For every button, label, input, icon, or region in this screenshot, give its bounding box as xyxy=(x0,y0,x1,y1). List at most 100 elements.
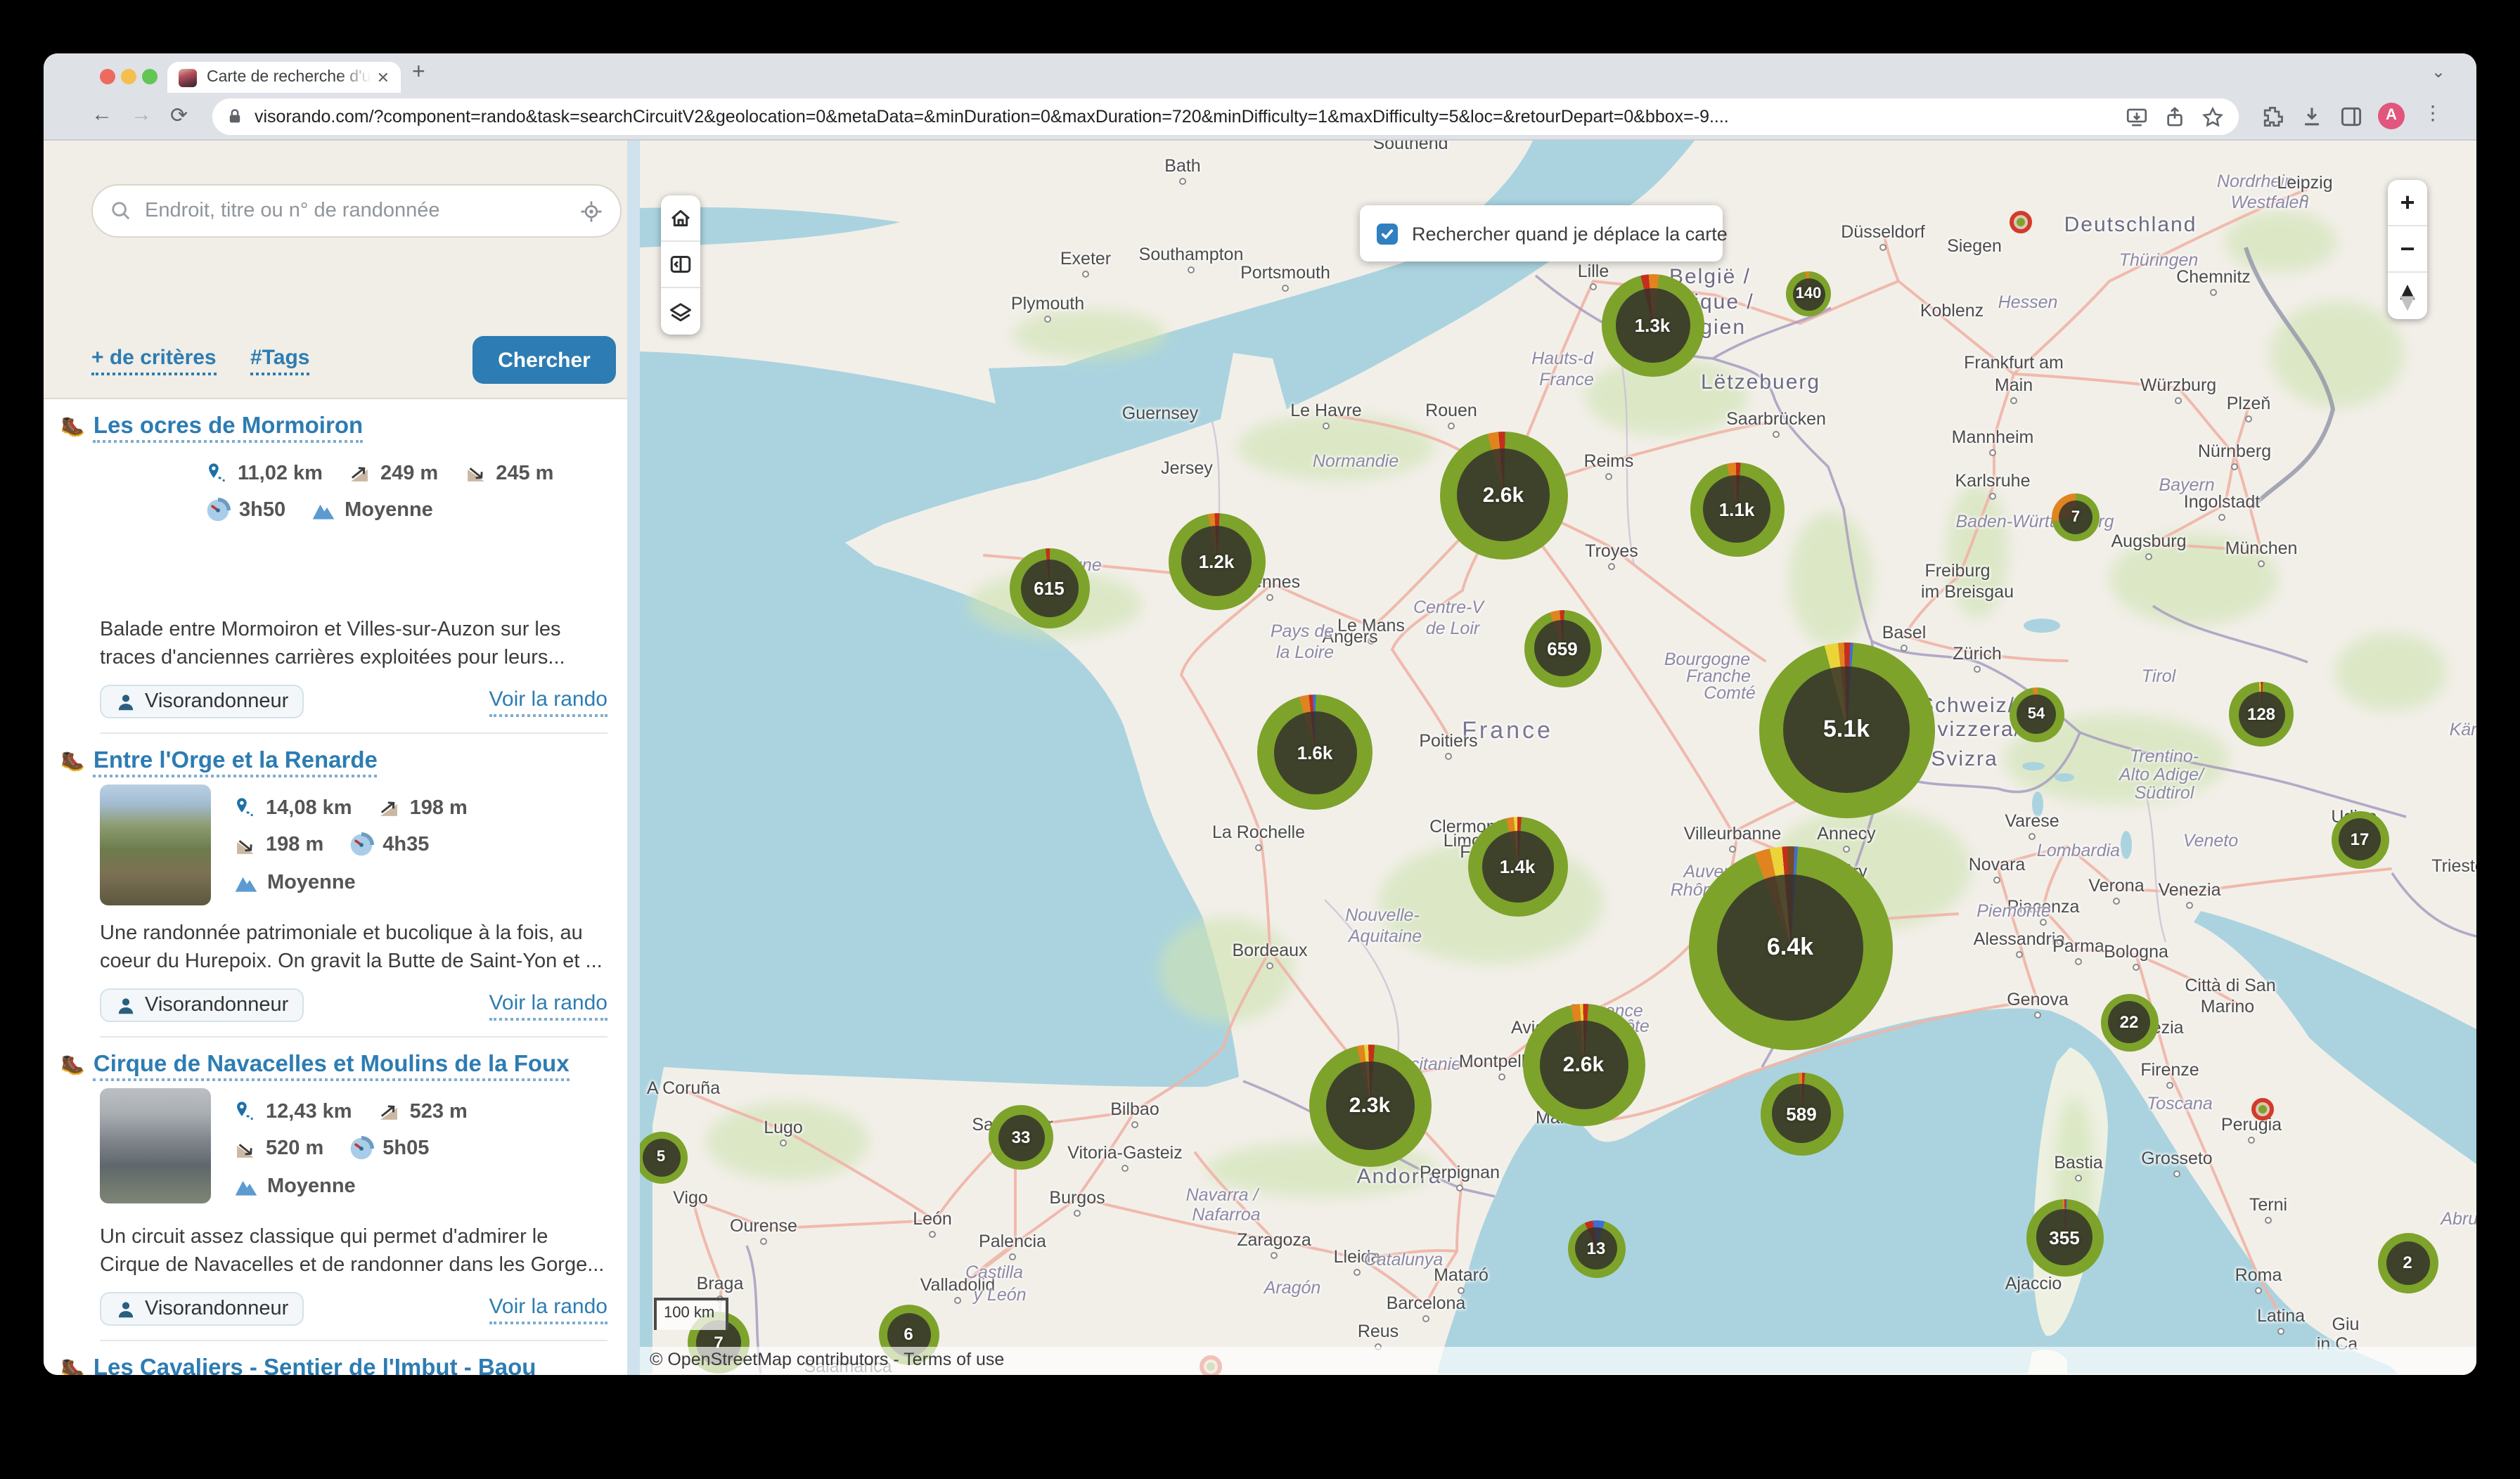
map-cluster[interactable]: 2.6k xyxy=(1439,431,1567,559)
map-layers-button[interactable] xyxy=(661,288,700,335)
map-cluster[interactable]: 5.1k xyxy=(1759,642,1934,818)
map-cluster[interactable]: 17 xyxy=(2331,810,2389,868)
map-route-marker[interactable] xyxy=(2251,1098,2274,1120)
map-cluster[interactable]: 1.6k xyxy=(1257,695,1372,810)
tags-link[interactable]: #Tags xyxy=(250,346,310,375)
map-cluster[interactable]: 659 xyxy=(1524,609,1601,687)
map-canvas[interactable]: BathSouthendExeterSouthamptonPortsmouthP… xyxy=(640,141,2476,1375)
close-tab-icon[interactable]: ✕ xyxy=(377,68,390,86)
map-region-label: Nafarroa xyxy=(1192,1205,1260,1225)
map-cluster[interactable]: 5 xyxy=(640,1131,687,1183)
zoom-window-button[interactable] xyxy=(142,69,158,84)
map-cluster[interactable]: 615 xyxy=(1009,548,1089,628)
route-photo[interactable] xyxy=(100,1088,211,1203)
route-stats: 14,08 km 198 m 198 m 4h35 Moyenne xyxy=(233,784,468,908)
install-icon[interactable] xyxy=(2125,105,2149,129)
map-region-label: France xyxy=(1539,370,1594,389)
collapse-sidebar-button[interactable] xyxy=(661,242,700,288)
new-tab-button[interactable]: + xyxy=(412,60,425,86)
map-city-label: Marino xyxy=(2201,997,2254,1016)
person-icon xyxy=(115,691,136,712)
locate-icon[interactable] xyxy=(579,199,603,223)
view-route-link[interactable]: Voir la rando xyxy=(489,1294,608,1324)
map-cluster[interactable]: 7 xyxy=(2052,493,2100,541)
map-region-label: Lombardia xyxy=(2037,841,2120,860)
map-city-label: Plzeň xyxy=(2227,394,2271,413)
map-cluster[interactable]: 355 xyxy=(2026,1199,2103,1276)
search-input[interactable]: Endroit, titre ou n° de randonnée xyxy=(91,184,622,238)
route-title[interactable]: 🥾Cirque de Navacelles et Moulins de la F… xyxy=(100,1049,608,1080)
map-city-dot xyxy=(1989,493,1996,500)
map-cluster[interactable]: 1.1k xyxy=(1690,462,1784,556)
map-cluster[interactable]: 2.6k xyxy=(1522,1003,1645,1125)
reload-button[interactable]: ⟳ xyxy=(170,103,188,128)
map-cluster[interactable]: 22 xyxy=(2100,993,2158,1051)
more-criteria-link[interactable]: + de critères xyxy=(91,346,217,375)
browser-menu-icon[interactable]: ⋮ xyxy=(2423,101,2443,125)
duration-icon xyxy=(349,1136,374,1161)
map-city-label: Verona xyxy=(2088,876,2144,896)
author-badge[interactable]: Visorandonneur xyxy=(100,988,304,1022)
map-route-marker[interactable] xyxy=(2010,211,2032,233)
author-badge[interactable]: Visorandonneur xyxy=(100,685,304,718)
sidebar-scrollbar[interactable] xyxy=(627,141,640,1375)
author-badge[interactable]: Visorandonneur xyxy=(100,1292,304,1326)
map-attribution[interactable]: © OpenStreetMap contributors - Terms of … xyxy=(640,1347,2476,1375)
back-button[interactable]: ← xyxy=(91,103,112,127)
share-icon[interactable] xyxy=(2163,105,2187,129)
map-city-label: Chemnitz xyxy=(2176,267,2251,287)
map-region-label: Schweiz/ xyxy=(1920,694,2015,718)
map-cluster[interactable]: 140 xyxy=(1786,271,1831,316)
tab-search-chevron-icon[interactable]: ⌄ xyxy=(2431,62,2445,82)
search-on-move-checkbox[interactable] xyxy=(1377,223,1398,244)
map-cluster[interactable]: 1.3k xyxy=(1601,273,1704,376)
profile-avatar[interactable]: A xyxy=(2378,103,2405,129)
search-on-move-label: Rechercher quand je déplace la carte xyxy=(1412,223,1728,244)
map-cluster[interactable]: 128 xyxy=(2229,682,2294,747)
route-title[interactable]: 🥾Entre l'Orge et la Renarde xyxy=(100,745,608,776)
descent-icon xyxy=(463,461,487,485)
close-window-button[interactable] xyxy=(100,69,115,84)
map-cluster[interactable]: 6.4k xyxy=(1688,846,1892,1049)
forward-button[interactable]: → xyxy=(131,103,152,127)
map-region-label: Hauts-d xyxy=(1531,349,1593,368)
map-cluster[interactable]: 589 xyxy=(1760,1072,1843,1155)
results-sidebar: Endroit, titre ou n° de randonnée + de c… xyxy=(44,141,640,1375)
route-photo[interactable] xyxy=(100,784,211,905)
map-home-button[interactable] xyxy=(661,195,700,242)
route-title[interactable]: 🥾Les Cavaliers - Sentier de l'Imbut - Ba… xyxy=(100,1352,608,1375)
browser-tab[interactable]: Carte de recherche d'un itinéra ✕ xyxy=(167,62,401,93)
map-cluster[interactable]: 2.3k xyxy=(1309,1044,1431,1166)
map-city-label: Roma xyxy=(2235,1265,2282,1285)
view-route-link[interactable]: Voir la rando xyxy=(489,990,608,1020)
search-button[interactable]: Chercher xyxy=(472,336,616,384)
map-cluster[interactable]: 1.2k xyxy=(1168,512,1265,609)
route-stats: 12,43 km 523 m 520 m 5h05 Moyenne xyxy=(233,1088,468,1212)
map-region-label: Piemonte xyxy=(1976,901,2051,921)
map-cluster[interactable]: 33 xyxy=(989,1105,1053,1170)
map-cluster[interactable]: 1.4k xyxy=(1467,816,1567,916)
extensions-icon[interactable] xyxy=(2260,104,2285,129)
person-icon xyxy=(115,995,136,1016)
map-tilt-button[interactable]: ▲▼ xyxy=(2388,273,2427,319)
map-city-label: Bologna xyxy=(2104,942,2168,962)
bookmark-star-icon[interactable] xyxy=(2201,105,2225,129)
map-zoom-controls: + − ▲▼ xyxy=(2388,180,2427,319)
map-city-label: Bastia xyxy=(2054,1153,2103,1173)
map-cluster[interactable]: 54 xyxy=(2009,687,2064,742)
map-city-label: München xyxy=(2225,538,2298,558)
route-title[interactable]: 🥾Les ocres de Mormoiron xyxy=(100,411,608,441)
map-cluster[interactable]: 2 xyxy=(2377,1232,2438,1293)
address-bar[interactable]: visorando.com/?component=rando&task=sear… xyxy=(212,98,2239,135)
minimize-window-button[interactable] xyxy=(121,69,136,84)
map-city-label: Basel xyxy=(1882,623,1927,642)
zoom-out-button[interactable]: − xyxy=(2388,226,2427,273)
side-panel-icon[interactable] xyxy=(2339,104,2364,129)
view-route-link[interactable]: Voir la rando xyxy=(489,687,608,716)
map-city-dot xyxy=(1456,1184,1463,1191)
downloads-icon[interactable] xyxy=(2299,104,2325,129)
map-city-label: Jersey xyxy=(1161,458,1213,478)
map-cluster[interactable]: 13 xyxy=(1567,1220,1625,1277)
route-photo[interactable] xyxy=(100,450,183,605)
zoom-in-button[interactable]: + xyxy=(2388,180,2427,226)
